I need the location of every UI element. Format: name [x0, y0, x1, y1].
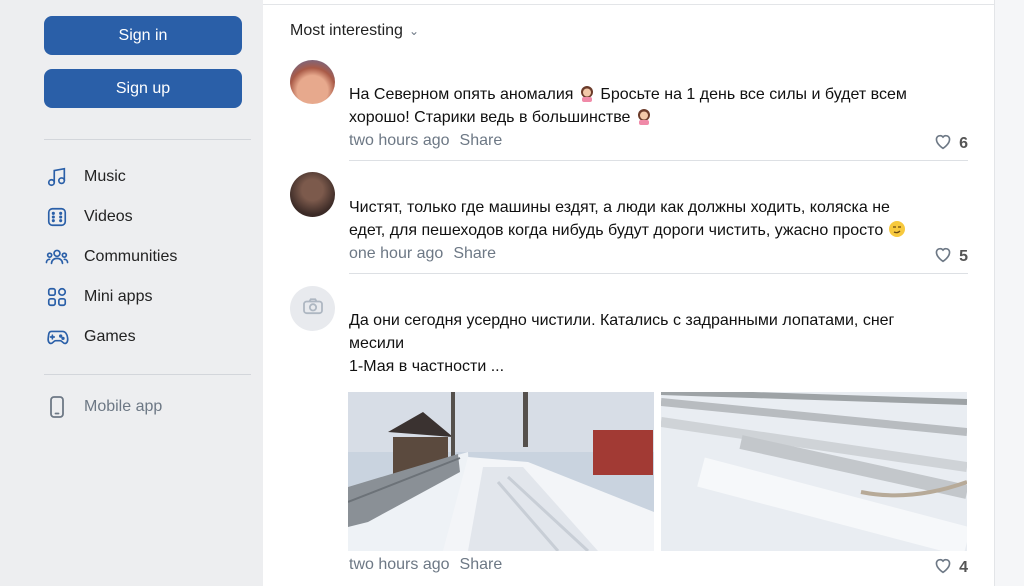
- phone-icon: [44, 394, 70, 420]
- sign-in-button[interactable]: Sign in: [44, 16, 242, 55]
- heart-icon: [933, 556, 953, 579]
- attached-photo[interactable]: [348, 392, 654, 551]
- gamepad-icon: [44, 324, 70, 350]
- comment-time[interactable]: two hours ago: [349, 132, 450, 150]
- sort-dropdown[interactable]: Most interesting ⌄: [290, 22, 419, 40]
- sidebar-item-label: Games: [84, 328, 136, 345]
- camera-icon: [302, 297, 324, 320]
- comment-meta: two hours ago Share: [349, 556, 502, 574]
- sidebar-divider: [44, 374, 251, 375]
- comment-separator: [349, 273, 968, 274]
- comment-line: хорошо! Старики ведь в большинстве: [349, 109, 631, 126]
- like-button[interactable]: 4: [933, 556, 968, 579]
- sidebar-item-label: Mobile app: [84, 398, 163, 415]
- sidebar-item-label: Music: [84, 168, 126, 185]
- share-link[interactable]: Share: [460, 556, 503, 574]
- like-count: 5: [959, 247, 968, 265]
- like-count: 6: [959, 134, 968, 152]
- sidebar-item-label: Videos: [84, 208, 133, 225]
- heart-icon: [933, 245, 953, 268]
- video-icon: [44, 204, 70, 230]
- avatar[interactable]: [290, 172, 335, 217]
- sidebar-item-mini-apps[interactable]: Mini apps: [44, 284, 152, 310]
- comment-meta: one hour ago Share: [349, 245, 496, 263]
- author-name-cut: [349, 53, 353, 67]
- smirk-emoji-icon: [888, 220, 906, 238]
- comment-line: На Северном опять аномалия: [349, 86, 574, 103]
- comment-line: месили: [349, 335, 405, 352]
- sign-up-button[interactable]: Sign up: [44, 69, 242, 108]
- like-button[interactable]: 5: [933, 245, 968, 268]
- comment-text: На Северном опять аномалия Бросьте на 1 …: [349, 83, 969, 129]
- comment-line: Бросьте на 1 день все силы и будет всем: [600, 86, 907, 103]
- attached-photo[interactable]: [661, 392, 967, 551]
- sidebar-divider: [44, 139, 251, 140]
- sidebar-item-label: Mini apps: [84, 288, 153, 305]
- communities-icon: [44, 244, 70, 270]
- comment-separator: [349, 160, 968, 161]
- heart-icon: [933, 132, 953, 155]
- comment-time[interactable]: one hour ago: [349, 245, 443, 263]
- comment-text: Чистят, только где машины ездят, а люди …: [349, 196, 969, 242]
- share-link[interactable]: Share: [453, 245, 496, 263]
- woman-emoji-icon: [635, 107, 653, 125]
- comment-line: Чистят, только где машины ездят, а люди …: [349, 199, 890, 216]
- avatar[interactable]: [290, 286, 335, 331]
- sort-label: Most interesting: [290, 22, 403, 39]
- sidebar-item-games[interactable]: Games: [44, 324, 136, 350]
- share-link[interactable]: Share: [460, 132, 503, 150]
- panel-top-border: [263, 0, 994, 5]
- sidebar-item-communities[interactable]: Communities: [44, 244, 177, 270]
- woman-emoji-icon: [578, 84, 596, 102]
- sidebar-item-music[interactable]: Music: [44, 164, 126, 190]
- music-icon: [44, 164, 70, 190]
- left-sidebar: Sign in Sign up Music Videos Communities…: [0, 0, 262, 586]
- comment-time[interactable]: two hours ago: [349, 556, 450, 574]
- sidebar-item-mobile-app[interactable]: Mobile app: [44, 394, 162, 420]
- mini-apps-icon: [44, 284, 70, 310]
- comment-text: Да они сегодня усердно чистили. Катались…: [349, 309, 969, 378]
- chevron-down-icon: ⌄: [408, 24, 419, 38]
- like-count: 4: [959, 558, 968, 576]
- comment-meta: two hours ago Share: [349, 132, 502, 150]
- avatar[interactable]: [290, 60, 335, 104]
- like-button[interactable]: 6: [933, 132, 968, 155]
- comment-line: Да они сегодня усердно чистили. Катались…: [349, 312, 895, 329]
- sidebar-item-videos[interactable]: Videos: [44, 204, 133, 230]
- comment-line: едет, для пешеходов когда нибудь будут д…: [349, 222, 884, 239]
- sidebar-item-label: Communities: [84, 248, 178, 265]
- comment-line: 1-Мая в частности ...: [349, 358, 505, 375]
- right-gutter: [994, 0, 1024, 586]
